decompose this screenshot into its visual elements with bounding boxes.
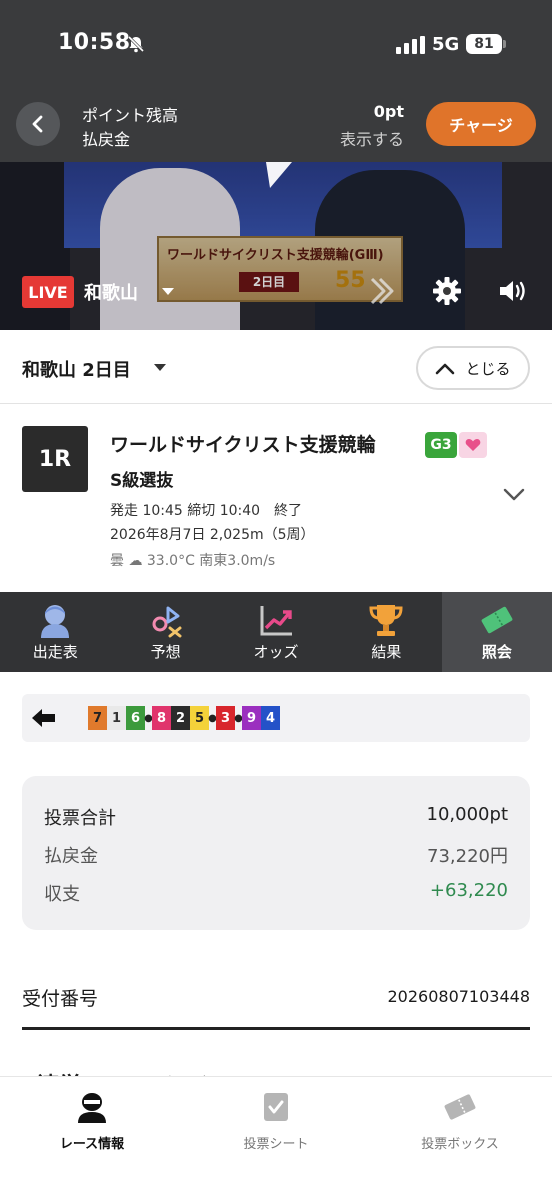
tab-entry-list[interactable]: 出走表 bbox=[0, 592, 110, 672]
race-weather: 曇 ☁ 33.0°C 南東3.0m/s bbox=[110, 553, 276, 569]
day-selector-bar: 和歌山 2日目 とじる bbox=[0, 330, 552, 404]
live-badge: LIVE bbox=[22, 276, 74, 308]
trophy-icon bbox=[369, 605, 403, 636]
race-class: S級選抜 bbox=[110, 471, 174, 491]
payout-label: 払戻金 bbox=[44, 846, 98, 867]
close-button[interactable]: とじる bbox=[416, 346, 530, 390]
result-sequence: 7 1 6 ● 8 2 5 ● 3 ● 9 4 bbox=[22, 694, 530, 742]
sequence-number-6: 6 bbox=[126, 706, 145, 730]
sequence-number-1: 1 bbox=[107, 706, 126, 730]
status-time: 10:58 bbox=[58, 30, 131, 55]
bet-summary-card: 投票合計 10,000pt 払戻金 73,220円 収支 +63,220 bbox=[22, 776, 530, 930]
bet-total-row: 投票合計 10,000pt bbox=[44, 804, 508, 830]
rider-icon bbox=[41, 605, 70, 638]
receipt-label: 受付番号 bbox=[22, 988, 99, 1010]
balance-value: 0pt bbox=[373, 102, 404, 121]
race-card[interactable]: 1R ワールドサイクリスト支援競輪 G3 S級選抜 発走 10:45 締切 10… bbox=[0, 404, 552, 592]
balance-label: ポイント残高 bbox=[82, 106, 179, 125]
sequence-items: 7 1 6 ● 8 2 5 ● 3 ● 9 4 bbox=[88, 706, 280, 730]
tab-label: 結果 bbox=[371, 643, 402, 661]
odds-chart-icon bbox=[260, 606, 293, 636]
live-video-player[interactable]: ワールドサイクリスト支援競輪(GⅢ) 2日目 55 LIVE 和歌山 bbox=[0, 162, 552, 330]
vote-box-icon bbox=[444, 1094, 476, 1120]
sequence-number-8: 8 bbox=[152, 706, 171, 730]
race-number-badge: 1R bbox=[22, 426, 88, 492]
sequence-separator: ● bbox=[144, 712, 153, 724]
race-title: ワールドサイクリスト支援競輪 bbox=[110, 434, 376, 456]
tab-odds[interactable]: オッズ bbox=[221, 592, 331, 672]
tab-label: 出走表 bbox=[32, 643, 78, 661]
sequence-number-5: 5 bbox=[190, 706, 209, 730]
grade-badge: G3 bbox=[425, 432, 457, 458]
header: ポイント残高 払戻金 0pt 表示する チャージ bbox=[0, 92, 552, 162]
chevron-left-icon bbox=[32, 115, 43, 133]
vote-sheet-icon bbox=[264, 1093, 288, 1121]
back-button[interactable] bbox=[16, 102, 60, 146]
nav-label: 投票シート bbox=[243, 1137, 309, 1152]
chevron-up-icon bbox=[436, 363, 455, 375]
balance-value: +63,220 bbox=[429, 880, 508, 901]
show-payout-link[interactable]: 表示する bbox=[340, 126, 404, 150]
sequence-number-7: 7 bbox=[88, 706, 107, 730]
payout-row: 払戻金 73,220円 bbox=[44, 842, 508, 868]
receipt-value: 20260807103448 bbox=[387, 987, 530, 1006]
tab-results[interactable]: 結果 bbox=[331, 592, 441, 672]
prediction-icon bbox=[152, 606, 182, 638]
nav-vote-sheet[interactable]: 投票シート bbox=[184, 1077, 368, 1200]
caret-down-icon[interactable] bbox=[162, 288, 174, 295]
sequence-number-4: 4 bbox=[261, 706, 280, 730]
sequence-number-9: 9 bbox=[242, 706, 261, 730]
sequence-number-3: 3 bbox=[216, 706, 235, 730]
gear-icon[interactable] bbox=[432, 276, 462, 306]
payout-label: 払戻金 bbox=[82, 130, 131, 149]
sequence-separator: ● bbox=[234, 712, 243, 724]
day-select[interactable]: 和歌山 2日目 bbox=[22, 356, 131, 382]
tab-prediction[interactable]: 予想 bbox=[110, 592, 220, 672]
volume-icon[interactable] bbox=[498, 278, 528, 304]
tab-label: 予想 bbox=[150, 643, 181, 661]
live-venue-select[interactable]: 和歌山 bbox=[84, 279, 138, 305]
payout-value: 73,220円 bbox=[427, 846, 508, 867]
charge-button[interactable]: チャージ bbox=[426, 102, 536, 146]
tab-label: オッズ bbox=[253, 643, 299, 661]
race-tab-bar: 出走表 予想 オッズ 結果 照会 bbox=[0, 592, 552, 672]
nav-vote-box[interactable]: 投票ボックス bbox=[368, 1077, 552, 1200]
tab-label: 照会 bbox=[481, 643, 512, 661]
nav-label: レース情報 bbox=[59, 1137, 125, 1152]
caret-down-icon[interactable] bbox=[154, 364, 166, 371]
race-info-icon bbox=[78, 1093, 106, 1123]
status-bar: 10:58 5G 81 bbox=[0, 0, 552, 92]
receipt-number-row: 受付番号 20260807103448 bbox=[22, 984, 530, 1030]
sequence-separator: ● bbox=[208, 712, 217, 724]
balance-row: 収支 +63,220 bbox=[44, 880, 508, 906]
heart-icon[interactable] bbox=[459, 432, 487, 458]
network-type: 5G bbox=[432, 34, 460, 55]
battery-icon: 81 bbox=[466, 34, 506, 54]
bottom-nav: レース情報 投票シート 投票ボックス bbox=[0, 1076, 552, 1200]
signal-icon bbox=[396, 36, 425, 54]
bell-muted-icon bbox=[127, 35, 145, 53]
close-button-label: とじる bbox=[465, 359, 511, 378]
play-icon[interactable] bbox=[262, 162, 294, 190]
arrow-left-icon bbox=[32, 709, 55, 727]
tab-inquiry[interactable]: 照会 bbox=[441, 592, 552, 672]
nav-label: 投票ボックス bbox=[421, 1137, 499, 1152]
skip-forward-icon[interactable] bbox=[366, 274, 398, 308]
balance-label: 収支 bbox=[44, 884, 80, 905]
bet-total-value: 10,000pt bbox=[426, 804, 508, 825]
sequence-number-2: 2 bbox=[171, 706, 190, 730]
ticket-icon bbox=[481, 606, 513, 634]
race-start-time: 発走 10:45 締切 10:40 終了 bbox=[110, 503, 303, 519]
bet-total-label: 投票合計 bbox=[44, 808, 116, 829]
nav-race-info[interactable]: レース情報 bbox=[0, 1077, 184, 1200]
race-date-distance: 2026年8月7日 2,025m（5周） bbox=[110, 527, 315, 543]
chevron-down-icon[interactable] bbox=[502, 486, 526, 502]
